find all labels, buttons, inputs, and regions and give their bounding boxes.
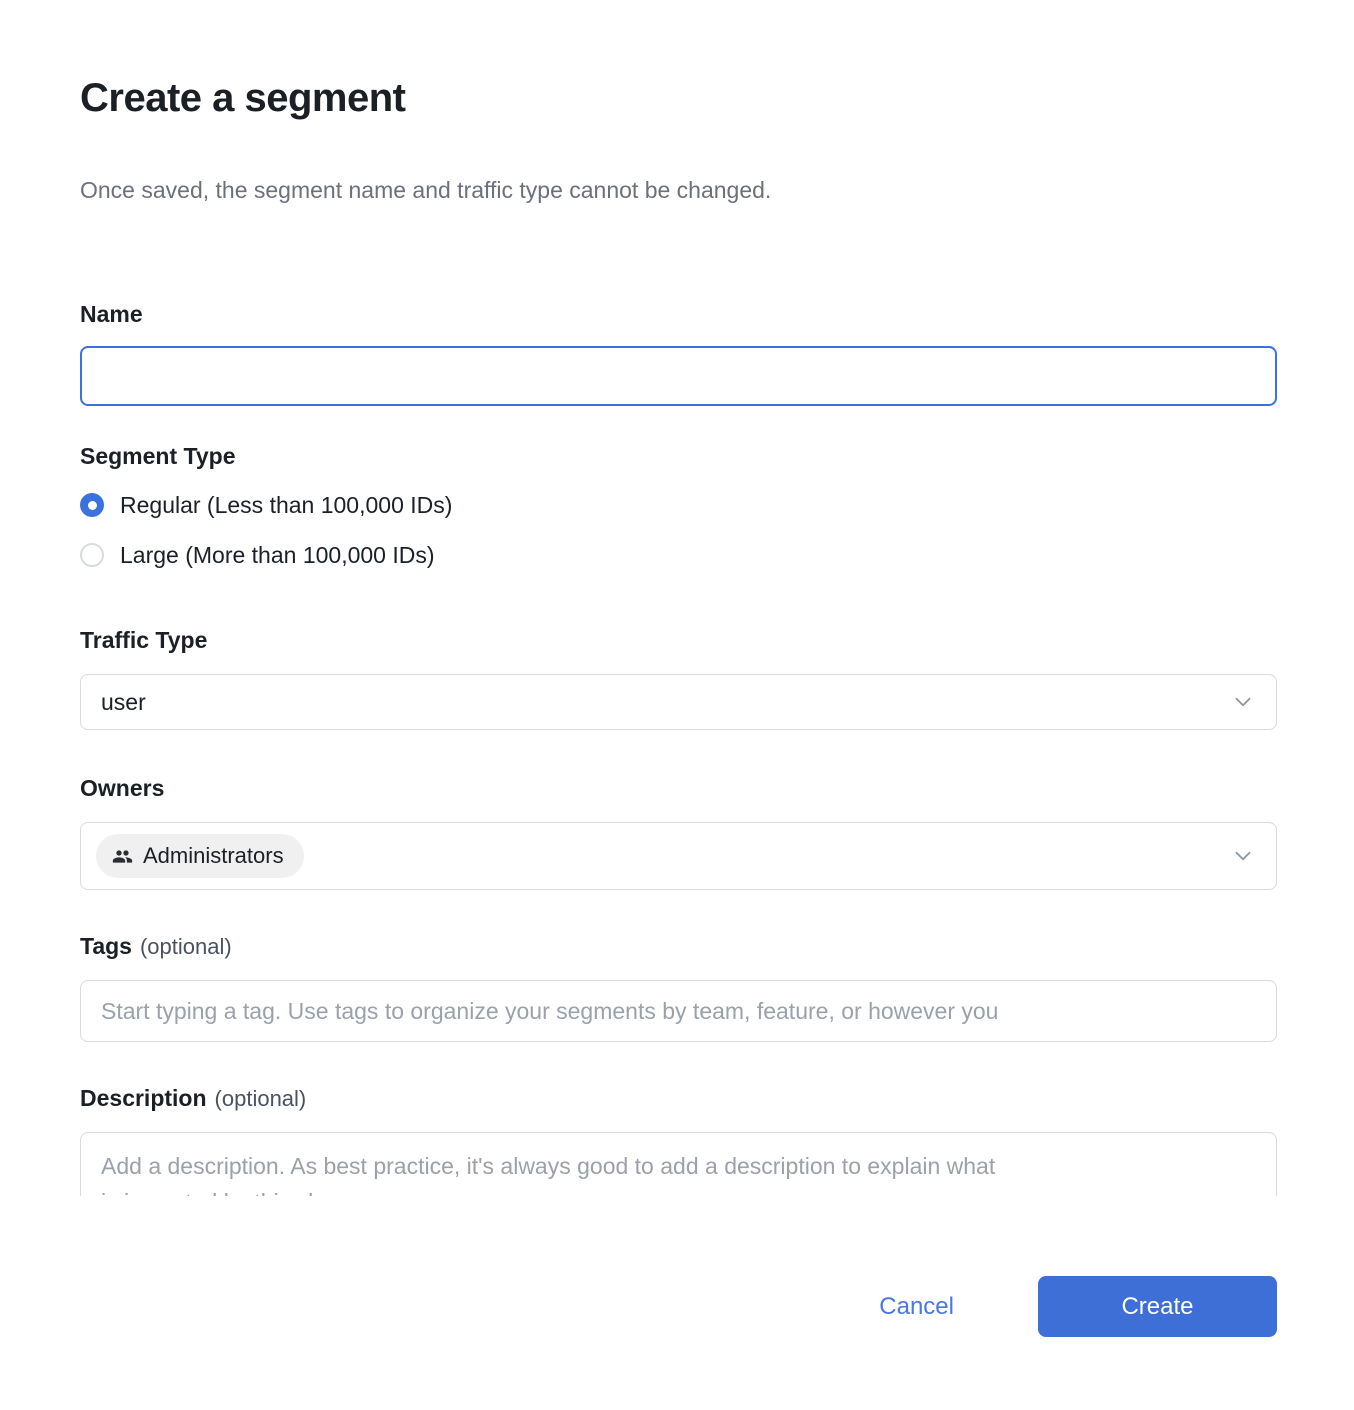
cancel-button[interactable]: Cancel [879,1293,954,1321]
description-label: Description [80,1085,207,1111]
create-segment-dialog: Create a segment Once saved, the segment… [0,0,1354,1337]
tags-label: Tags [80,933,132,959]
owners-select[interactable]: Administrators [80,822,1277,890]
page-title: Create a segment [80,74,1277,122]
dialog-footer: Cancel Create [80,1276,1277,1337]
segment-type-label: Segment Type [80,442,1277,470]
description-label-row: Description (optional) [80,1084,1277,1112]
name-label: Name [80,300,1277,328]
chevron-down-icon[interactable] [1230,843,1256,869]
name-field-group: Name [80,300,1277,406]
radio-option-label: Large (More than 100,000 IDs) [120,542,435,569]
description-textarea[interactable]: Add a description. As best practice, it'… [80,1132,1277,1196]
tags-optional-note: (optional) [140,934,232,959]
segment-type-group: Segment Type Regular (Less than 100,000 … [80,442,1277,572]
radio-option-label: Regular (Less than 100,000 IDs) [120,492,452,519]
owner-chip-administrators[interactable]: Administrators [96,834,304,878]
dialog-subtitle: Once saved, the segment name and traffic… [80,176,1277,204]
owner-chip-label: Administrators [143,843,284,869]
name-input[interactable] [80,346,1277,406]
tags-label-row: Tags (optional) [80,932,1277,960]
tags-input[interactable] [80,980,1277,1042]
people-icon [112,846,133,867]
description-placeholder-line2: is impacted by this change. [101,1184,1256,1196]
tags-group: Tags (optional) [80,932,1277,1042]
owners-label: Owners [80,774,1277,802]
traffic-type-select[interactable]: user [80,674,1277,730]
chevron-down-icon[interactable] [1230,689,1256,715]
owners-group: Owners Administrators [80,774,1277,890]
description-textarea-clip: Add a description. As best practice, it'… [80,1132,1277,1196]
description-placeholder-line1: Add a description. As best practice, it'… [101,1148,1256,1184]
radio-option-large[interactable]: Large (More than 100,000 IDs) [80,538,1277,572]
description-group: Description (optional) Add a description.… [80,1084,1277,1196]
radio-unselected-icon [80,543,104,567]
traffic-type-label: Traffic Type [80,626,1277,654]
traffic-type-value: user [101,689,146,716]
create-button[interactable]: Create [1038,1276,1277,1337]
description-optional-note: (optional) [215,1086,307,1111]
radio-selected-icon [80,493,104,517]
radio-option-regular[interactable]: Regular (Less than 100,000 IDs) [80,488,1277,522]
traffic-type-group: Traffic Type user [80,626,1277,730]
